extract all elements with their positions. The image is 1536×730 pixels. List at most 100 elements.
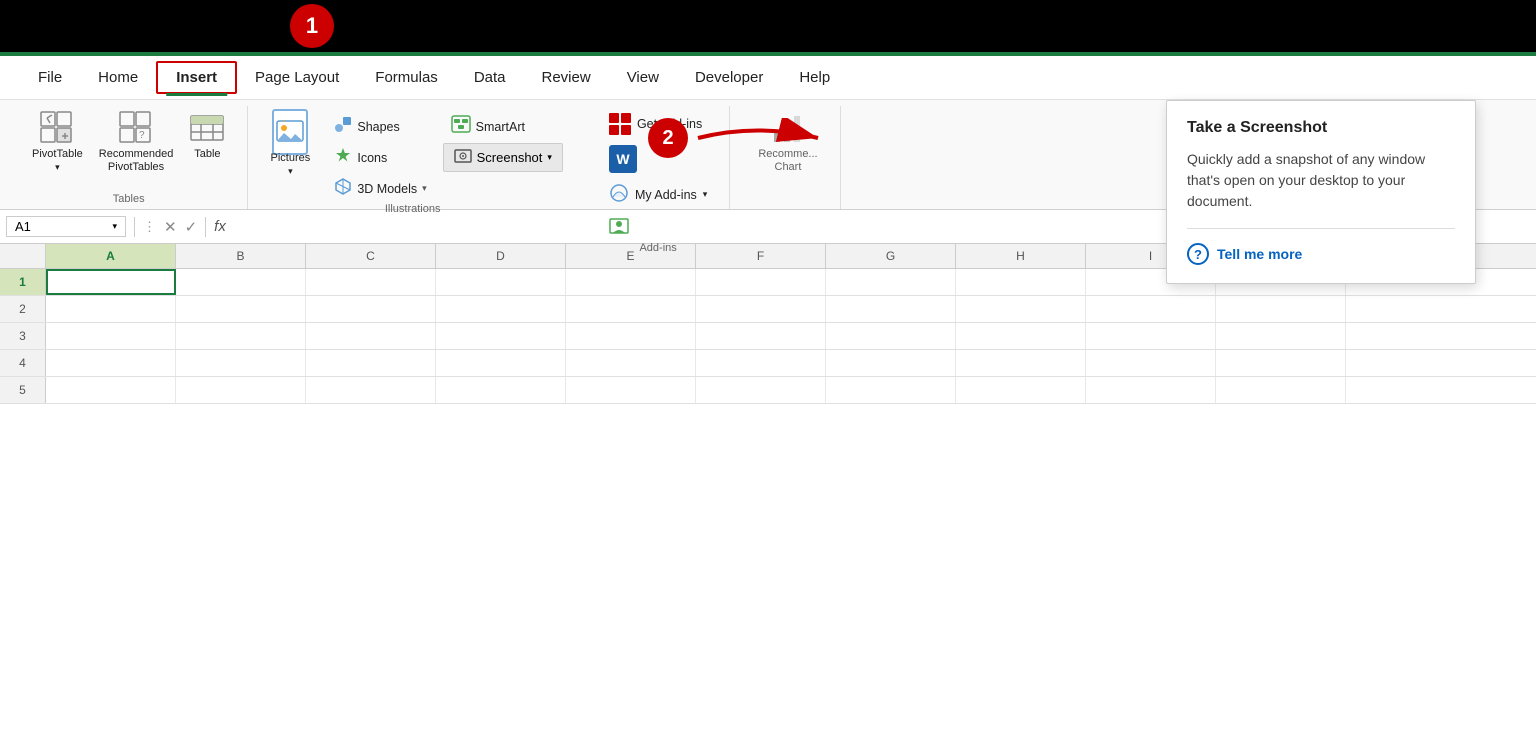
tooltip-help-icon: ? xyxy=(1187,243,1209,265)
cell-d2[interactable] xyxy=(436,296,566,322)
word-icon: W xyxy=(609,145,637,173)
illustrations-group-label: Illustrations xyxy=(385,203,441,219)
col-header-a[interactable]: A xyxy=(46,244,176,268)
cell-e3[interactable] xyxy=(566,323,696,349)
get-addins-button[interactable]: Get Add-ins xyxy=(601,110,710,138)
cell-d1[interactable] xyxy=(436,269,566,295)
cell-a1[interactable] xyxy=(46,269,176,295)
cell-b5[interactable] xyxy=(176,377,306,403)
tab-developer[interactable]: Developer xyxy=(677,63,781,92)
cell-b3[interactable] xyxy=(176,323,306,349)
cell-a5[interactable] xyxy=(46,377,176,403)
get-addins-label: Get Add-ins xyxy=(637,117,702,131)
col-header-c[interactable]: C xyxy=(306,244,436,268)
cell-c4[interactable] xyxy=(306,350,436,376)
col-header-d[interactable]: D xyxy=(436,244,566,268)
3dmodels-button[interactable]: 3D Models ▾ xyxy=(326,174,434,203)
table-button[interactable]: Table xyxy=(181,106,233,165)
cell-f5[interactable] xyxy=(696,377,826,403)
cell-c3[interactable] xyxy=(306,323,436,349)
tab-view[interactable]: View xyxy=(609,63,677,92)
tab-home[interactable]: Home xyxy=(80,63,156,92)
cell-c1[interactable] xyxy=(306,269,436,295)
pictures-button[interactable]: Pictures▾ xyxy=(262,110,318,182)
screenshot-tooltip: Take a Screenshot Quickly add a snapshot… xyxy=(1166,100,1476,284)
cell-d4[interactable] xyxy=(436,350,566,376)
screenshot-dropdown-arrow: ▾ xyxy=(547,152,552,163)
tab-data[interactable]: Data xyxy=(456,63,524,92)
cell-h5[interactable] xyxy=(956,377,1086,403)
green-addin-icon[interactable] xyxy=(601,213,637,242)
table-icon xyxy=(189,110,225,146)
cell-e4[interactable] xyxy=(566,350,696,376)
recommended-pivottables-button[interactable]: ? RecommendedPivotTables xyxy=(91,106,182,178)
shapes-label: Shapes xyxy=(357,120,399,134)
cell-i3[interactable] xyxy=(1086,323,1216,349)
tab-insert[interactable]: Insert xyxy=(156,61,237,94)
cell-a4[interactable] xyxy=(46,350,176,376)
cell-i4[interactable] xyxy=(1086,350,1216,376)
col-header-b[interactable]: B xyxy=(176,244,306,268)
icons-button[interactable]: Icons xyxy=(326,143,434,172)
cell-d3[interactable] xyxy=(436,323,566,349)
cell-b4[interactable] xyxy=(176,350,306,376)
cell-f3[interactable] xyxy=(696,323,826,349)
tab-file[interactable]: File xyxy=(20,63,80,92)
cell-h3[interactable] xyxy=(956,323,1086,349)
cell-h4[interactable] xyxy=(956,350,1086,376)
tab-formulas[interactable]: Formulas xyxy=(357,63,456,92)
cell-c5[interactable] xyxy=(306,377,436,403)
col-header-g[interactable]: G xyxy=(826,244,956,268)
recommended-charts-button[interactable]: Recomme...Chart xyxy=(750,106,825,178)
cell-j5[interactable] xyxy=(1216,377,1346,403)
cell-e5[interactable] xyxy=(566,377,696,403)
cell-f1[interactable] xyxy=(696,269,826,295)
cell-g4[interactable] xyxy=(826,350,956,376)
cell-g2[interactable] xyxy=(826,296,956,322)
pivottable-button[interactable]: PivotTable▾ xyxy=(24,106,91,178)
cell-d5[interactable] xyxy=(436,377,566,403)
cell-g3[interactable] xyxy=(826,323,956,349)
col-header-f[interactable]: F xyxy=(696,244,826,268)
name-box-dropdown[interactable]: ▾ xyxy=(112,221,117,232)
word-addin[interactable]: W xyxy=(601,142,645,176)
pivottable-label: PivotTable▾ xyxy=(32,148,83,174)
row-num-2: 2 xyxy=(0,296,46,322)
addins-group-label: Add-ins xyxy=(639,242,676,258)
cell-h1[interactable] xyxy=(956,269,1086,295)
tooltip-description: Quickly add a snapshot of any window tha… xyxy=(1187,149,1455,212)
cell-h2[interactable] xyxy=(956,296,1086,322)
cell-j3[interactable] xyxy=(1216,323,1346,349)
cell-i5[interactable] xyxy=(1086,377,1216,403)
cell-e1[interactable] xyxy=(566,269,696,295)
my-addins-dropdown: ▾ xyxy=(703,189,708,200)
cell-f2[interactable] xyxy=(696,296,826,322)
shapes-button[interactable]: Shapes xyxy=(326,112,434,141)
my-addins-button[interactable]: My Add-ins ▾ xyxy=(601,180,715,209)
cell-a2[interactable] xyxy=(46,296,176,322)
formula-cancel-icon[interactable]: ✕ xyxy=(164,218,177,236)
cell-f4[interactable] xyxy=(696,350,826,376)
cell-a3[interactable] xyxy=(46,323,176,349)
formula-confirm-icon[interactable]: ✓ xyxy=(185,218,198,236)
cell-j2[interactable] xyxy=(1216,296,1346,322)
formula-fx-icon: fx xyxy=(214,218,226,235)
cell-g1[interactable] xyxy=(826,269,956,295)
cell-b2[interactable] xyxy=(176,296,306,322)
tab-help[interactable]: Help xyxy=(781,63,848,92)
tooltip-tell-me-more-link[interactable]: ? Tell me more xyxy=(1187,243,1455,265)
tab-review[interactable]: Review xyxy=(524,63,609,92)
tab-page-layout[interactable]: Page Layout xyxy=(237,63,357,92)
cell-e2[interactable] xyxy=(566,296,696,322)
name-box[interactable]: A1 ▾ xyxy=(6,216,126,237)
smartart-button[interactable]: SmartArt xyxy=(443,112,563,141)
formula-divider-1 xyxy=(134,217,135,237)
cell-j4[interactable] xyxy=(1216,350,1346,376)
cell-b1[interactable] xyxy=(176,269,306,295)
cell-g5[interactable] xyxy=(826,377,956,403)
col-header-h[interactable]: H xyxy=(956,244,1086,268)
cell-c2[interactable] xyxy=(306,296,436,322)
screenshot-button[interactable]: Screenshot ▾ xyxy=(443,143,563,172)
illustrations-items: Pictures▾ Shapes xyxy=(262,106,563,203)
cell-i2[interactable] xyxy=(1086,296,1216,322)
